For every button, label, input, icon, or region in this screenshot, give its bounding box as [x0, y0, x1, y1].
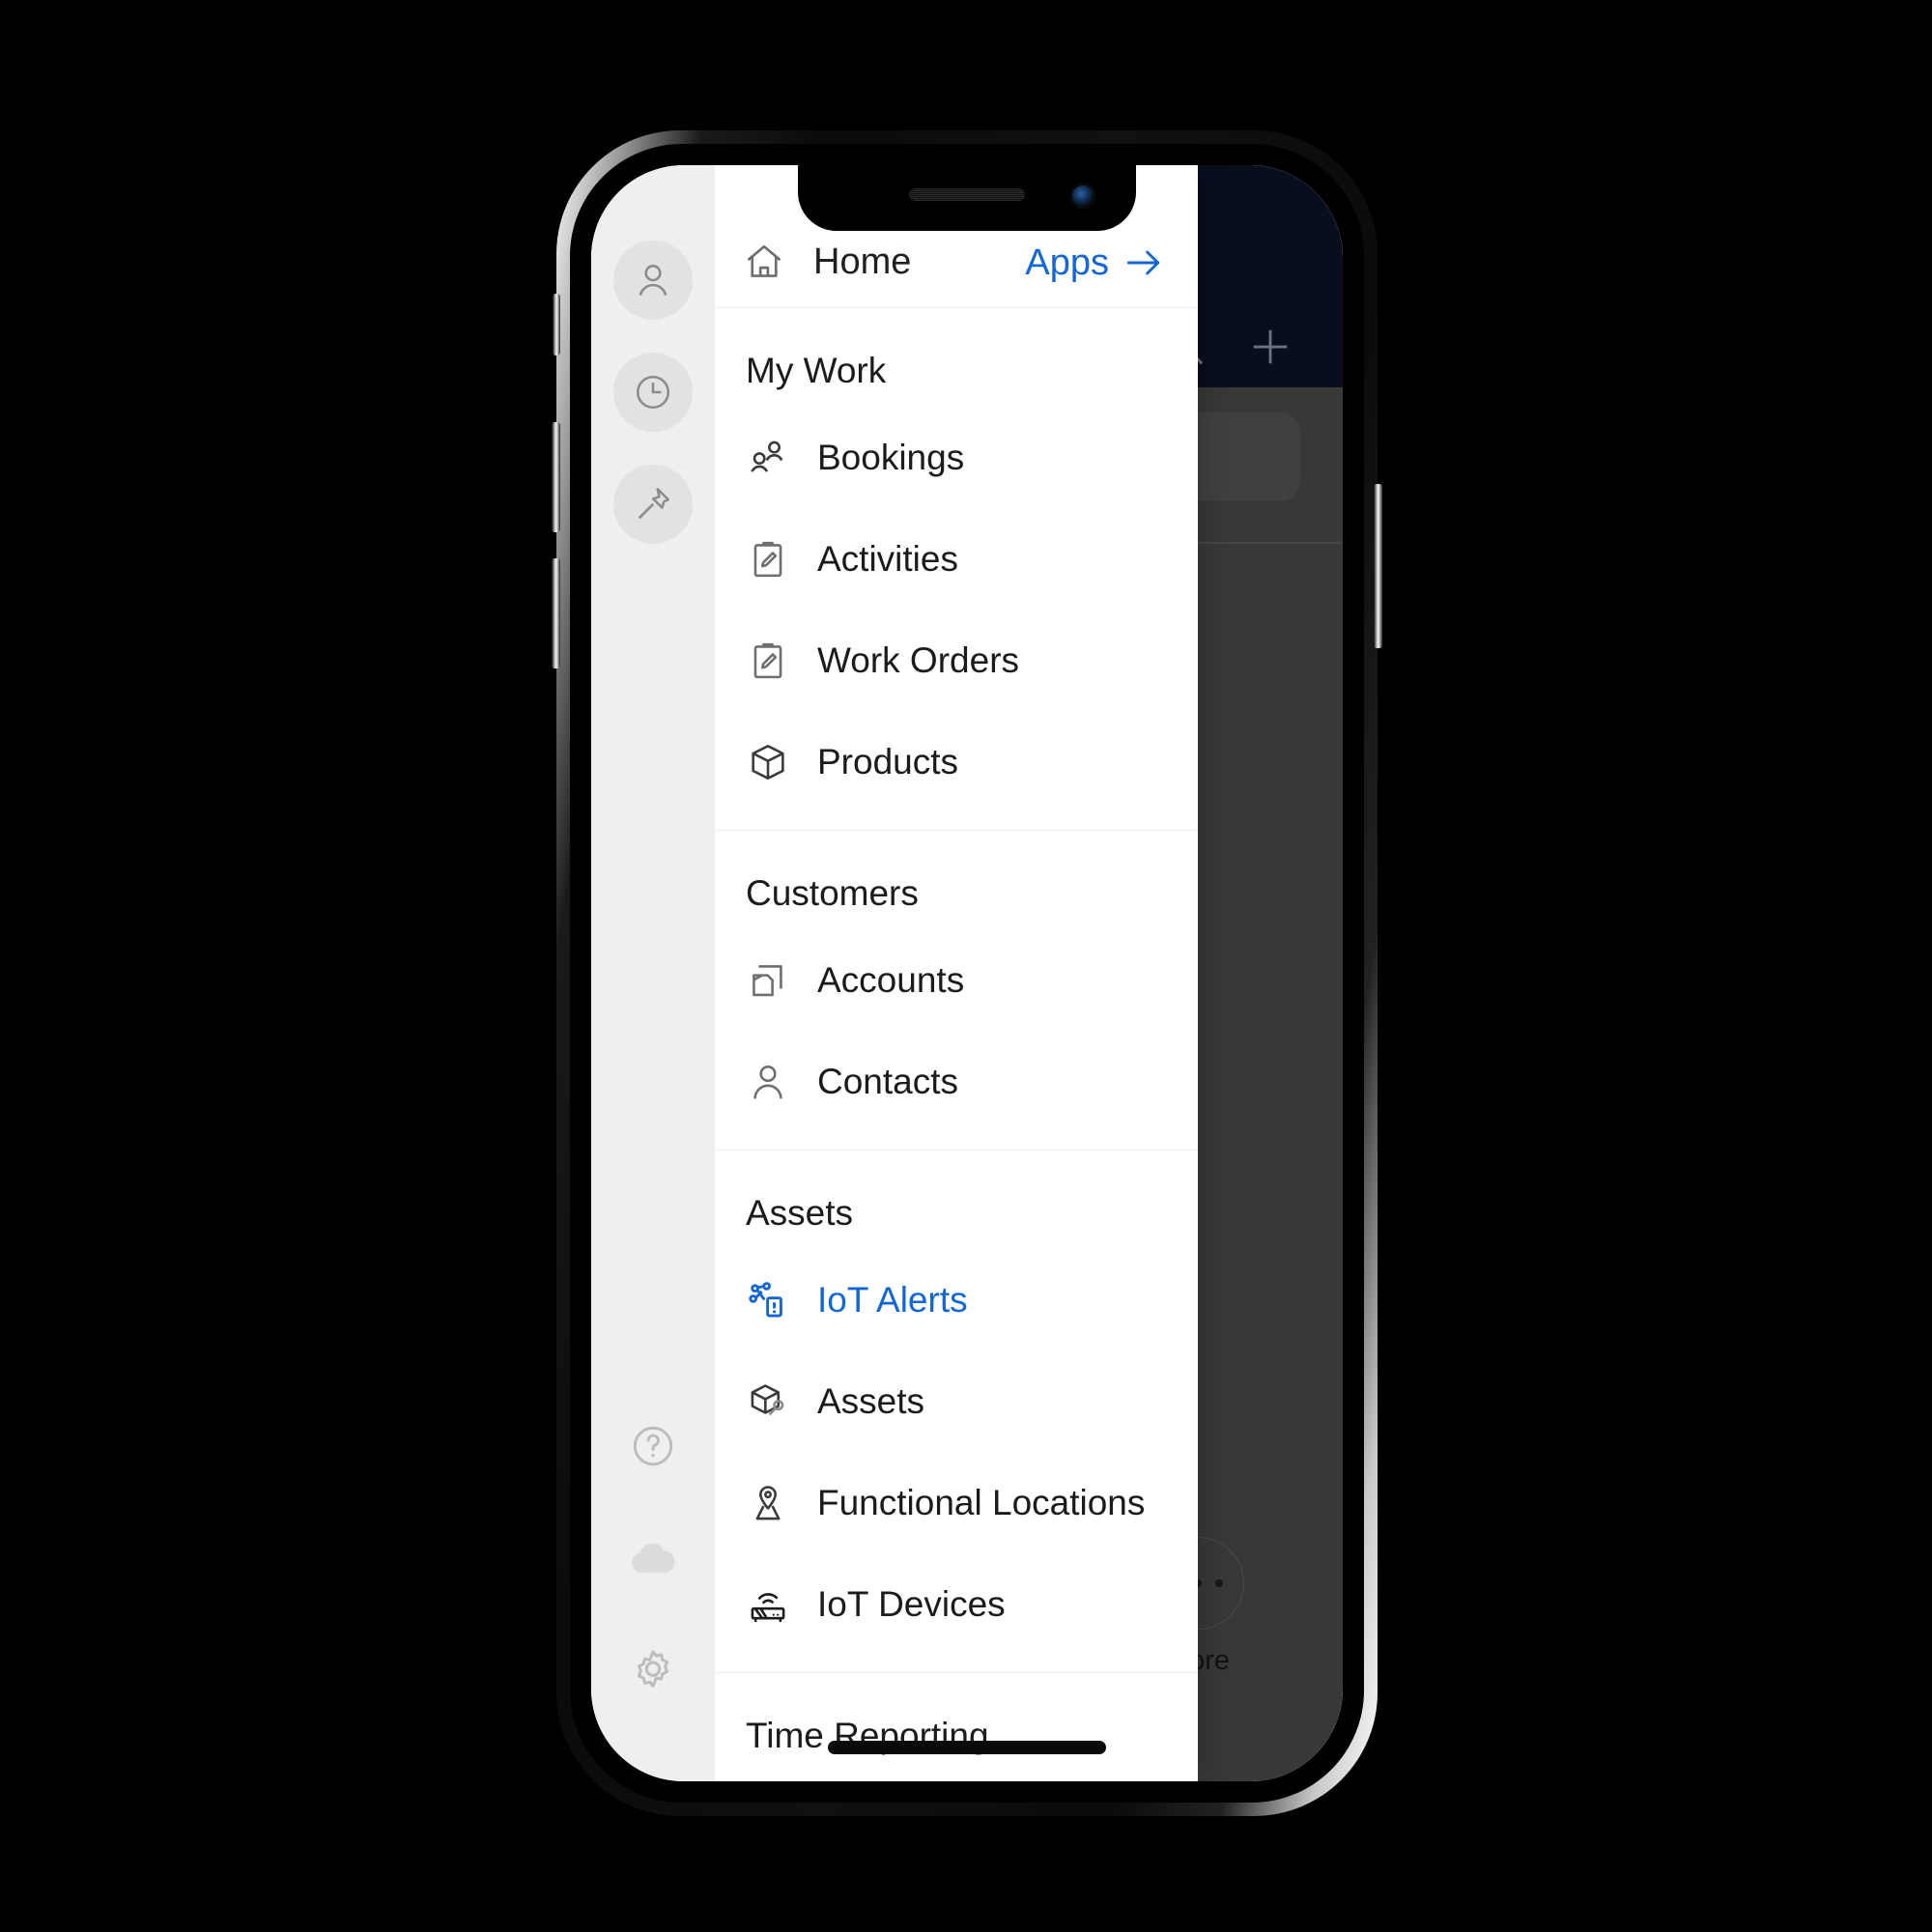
- nav-section-title: Time Reporting: [746, 1716, 989, 1755]
- arrow-right-icon: [1122, 242, 1165, 284]
- question-circle-icon: [629, 1422, 677, 1470]
- nav-item-home[interactable]: Home: [742, 240, 1025, 284]
- silent-switch-button[interactable]: [553, 294, 560, 355]
- phone-bezel: More: [570, 144, 1364, 1803]
- nav-item-label: Contacts: [817, 1061, 959, 1101]
- nav-item-iot-devices[interactable]: IoT Devices: [715, 1553, 1198, 1655]
- nav-item-label: IoT Devices: [817, 1583, 1006, 1624]
- nav-item-label: Accounts: [817, 959, 965, 1000]
- drawer-nav-column: Home Apps My Work Bookings Activities Wo…: [715, 165, 1198, 1781]
- home-indicator[interactable]: [828, 1741, 1106, 1754]
- nav-item-activities[interactable]: Activities: [715, 508, 1198, 610]
- nav-section-title: Customers: [746, 873, 919, 913]
- nav-section-time-reporting: Time Reporting: [715, 1673, 1198, 1781]
- navigation-drawer: Home Apps My Work Bookings Activities Wo…: [591, 165, 1198, 1781]
- power-button[interactable]: [1374, 484, 1382, 648]
- nav-item-home-label: Home: [813, 241, 912, 282]
- rail-item-recent[interactable]: [613, 353, 693, 432]
- screenshot-root: More: [0, 0, 1932, 1932]
- nav-item-label: Products: [817, 741, 959, 781]
- rail-item-help[interactable]: [613, 1406, 693, 1486]
- gear-icon: [628, 1645, 678, 1695]
- clock-icon: [632, 371, 674, 413]
- home-icon: [742, 240, 786, 284]
- nav-item-label: IoT Alerts: [817, 1279, 968, 1320]
- people-icon: [746, 436, 790, 480]
- phone-device-frame: More: [552, 130, 1382, 1816]
- cloud-icon: [627, 1532, 679, 1584]
- clipboard-pen-icon: [746, 639, 790, 683]
- folder-doc-icon: [746, 958, 790, 1003]
- drawer-left-rail: [591, 165, 715, 1781]
- nav-item-work-orders[interactable]: Work Orders: [715, 610, 1198, 711]
- location-pin-icon: [746, 1481, 790, 1525]
- nav-item-accounts[interactable]: Accounts: [715, 929, 1198, 1031]
- box-icon: [746, 740, 790, 784]
- nav-item-label: Assets: [817, 1380, 925, 1421]
- iot-device-icon: [746, 1582, 790, 1627]
- volume-down-button[interactable]: [552, 558, 560, 668]
- rail-item-settings[interactable]: [613, 1631, 693, 1710]
- pin-icon: [632, 483, 674, 526]
- nav-item-label: Activities: [817, 538, 958, 579]
- apps-link[interactable]: Apps: [1025, 242, 1165, 284]
- nav-section-assets: Assets IoT Alerts Assets Functional Loca…: [715, 1151, 1198, 1673]
- nav-item-assets[interactable]: Assets: [715, 1350, 1198, 1452]
- person-icon: [746, 1060, 790, 1104]
- device-notch: [798, 165, 1136, 231]
- phone-screen: More: [591, 165, 1343, 1781]
- person-icon: [632, 259, 674, 301]
- rail-item-pinned[interactable]: [613, 465, 693, 544]
- nav-section-title: My Work: [746, 351, 887, 390]
- nav-item-functional-locations[interactable]: Functional Locations: [715, 1452, 1198, 1553]
- nav-item-iot-alerts[interactable]: IoT Alerts: [715, 1249, 1198, 1350]
- nav-section-customers: Customers Accounts Contacts: [715, 831, 1198, 1151]
- nav-item-label: Functional Locations: [817, 1482, 1146, 1522]
- front-camera-icon: [1072, 185, 1094, 207]
- nav-item-label: Work Orders: [817, 639, 1020, 680]
- nav-item-bookings[interactable]: Bookings: [715, 407, 1198, 508]
- apps-link-label: Apps: [1025, 242, 1109, 283]
- rail-item-profile[interactable]: [613, 241, 693, 320]
- speaker-grille-icon: [909, 188, 1025, 201]
- nav-section-my-work: My Work Bookings Activities Work Orders …: [715, 308, 1198, 831]
- nav-item-contacts[interactable]: Contacts: [715, 1031, 1198, 1132]
- nav-item-products[interactable]: Products: [715, 711, 1198, 812]
- nav-item-time-off-requests[interactable]: Time Off Requests: [715, 1772, 1198, 1781]
- clipboard-pen-icon: [746, 537, 790, 582]
- box-wrench-icon: [746, 1379, 790, 1424]
- iot-alert-icon: [746, 1278, 790, 1322]
- nav-section-title: Assets: [746, 1193, 854, 1233]
- nav-item-label: Bookings: [817, 437, 965, 477]
- rail-item-cloud[interactable]: [613, 1519, 693, 1598]
- volume-up-button[interactable]: [552, 422, 560, 532]
